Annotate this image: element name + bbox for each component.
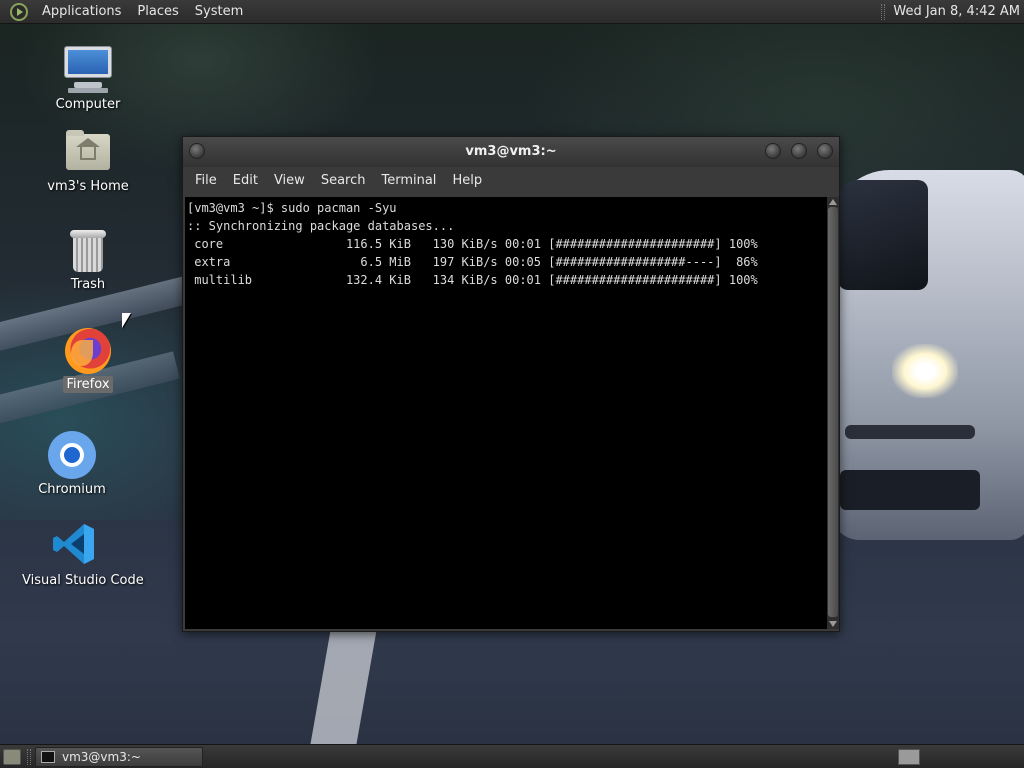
terminal-line: core 116.5 KiB 130 KiB/s 00:01 [########… <box>187 237 758 251</box>
mouse-pointer-icon <box>122 313 131 328</box>
chromium-icon <box>48 431 96 479</box>
desktop-icon-label: Visual Studio Code <box>22 573 144 588</box>
terminal-line: extra 6.5 MiB 197 KiB/s 00:05 [#########… <box>187 255 758 269</box>
desktop-icon-label: Firefox <box>63 376 113 393</box>
panel-separator-handle[interactable] <box>881 3 886 20</box>
taskbar-terminal-button[interactable]: vm3@vm3:~ <box>35 747 203 767</box>
wallpaper-car-bumper <box>845 425 975 439</box>
terminal-line: [vm3@vm3 ~]$ sudo pacman -Syu <box>187 201 397 215</box>
window-title: vm3@vm3:~ <box>465 144 557 159</box>
menu-edit[interactable]: Edit <box>225 167 266 195</box>
menu-search[interactable]: Search <box>313 167 374 195</box>
panel-clock[interactable]: Wed Jan 8, 4:42 AM <box>893 4 1024 19</box>
menu-file[interactable]: File <box>187 167 225 195</box>
trash-icon <box>70 230 106 274</box>
terminal-icon <box>41 751 55 763</box>
close-button[interactable] <box>817 143 833 159</box>
desktop-icon-label: Computer <box>55 97 121 112</box>
terminal-menubar: File Edit View Search Terminal Help <box>183 167 839 195</box>
top-panel: Applications Places System Wed Jan 8, 4:… <box>0 0 1024 24</box>
maximize-button[interactable] <box>791 143 807 159</box>
firefox-icon <box>65 328 111 374</box>
distro-logo-icon[interactable] <box>10 2 28 21</box>
desktop-icon-chromium[interactable]: Chromium <box>17 431 127 498</box>
scroll-down-arrow-icon[interactable] <box>829 621 837 627</box>
terminal-scrollbar[interactable] <box>827 197 839 629</box>
desktop-icon-label: vm3's Home <box>47 179 129 194</box>
terminal-output[interactable]: [vm3@vm3 ~]$ sudo pacman -Syu :: Synchro… <box>185 197 827 629</box>
menu-terminal[interactable]: Terminal <box>373 167 444 195</box>
home-folder-icon <box>66 130 110 170</box>
scroll-up-arrow-icon[interactable] <box>829 199 837 205</box>
window-titlebar[interactable]: vm3@vm3:~ <box>183 137 839 167</box>
show-desktop-icon[interactable] <box>3 749 21 765</box>
desktop-icon-firefox[interactable]: Firefox <box>33 328 143 393</box>
window-menu-button[interactable] <box>189 143 205 159</box>
system-menu[interactable]: System <box>187 0 251 24</box>
places-menu[interactable]: Places <box>129 0 186 24</box>
applications-menu[interactable]: Applications <box>34 0 129 24</box>
menu-view[interactable]: View <box>266 167 313 195</box>
vscode-icon <box>52 522 96 566</box>
bottom-panel: vm3@vm3:~ <box>0 744 1024 768</box>
minimize-button[interactable] <box>765 143 781 159</box>
wallpaper-car-grille <box>840 470 980 510</box>
terminal-line: :: Synchronizing package databases... <box>187 219 455 233</box>
desktop-icon-trash[interactable]: Trash <box>33 230 143 293</box>
computer-icon <box>64 46 112 94</box>
menu-help[interactable]: Help <box>444 167 490 195</box>
wallpaper-car-headlight <box>892 344 958 398</box>
desktop-icon-vscode[interactable]: Visual Studio Code <box>19 522 144 589</box>
desktop-icon-label: Trash <box>70 277 106 292</box>
workspace-switcher[interactable] <box>898 749 920 765</box>
desktop-icon-home[interactable]: vm3's Home <box>33 130 143 195</box>
wallpaper-car-window <box>838 180 928 290</box>
taskbar-button-label: vm3@vm3:~ <box>62 750 141 764</box>
terminal-line: multilib 132.4 KiB 134 KiB/s 00:01 [####… <box>187 273 758 287</box>
desktop-icon-computer[interactable]: Computer <box>33 46 143 113</box>
panel-separator-handle[interactable] <box>27 749 31 765</box>
scrollbar-thumb[interactable] <box>828 207 838 617</box>
terminal-window[interactable]: vm3@vm3:~ File Edit View Search Terminal… <box>182 136 840 632</box>
desktop-icon-label: Chromium <box>38 482 106 497</box>
